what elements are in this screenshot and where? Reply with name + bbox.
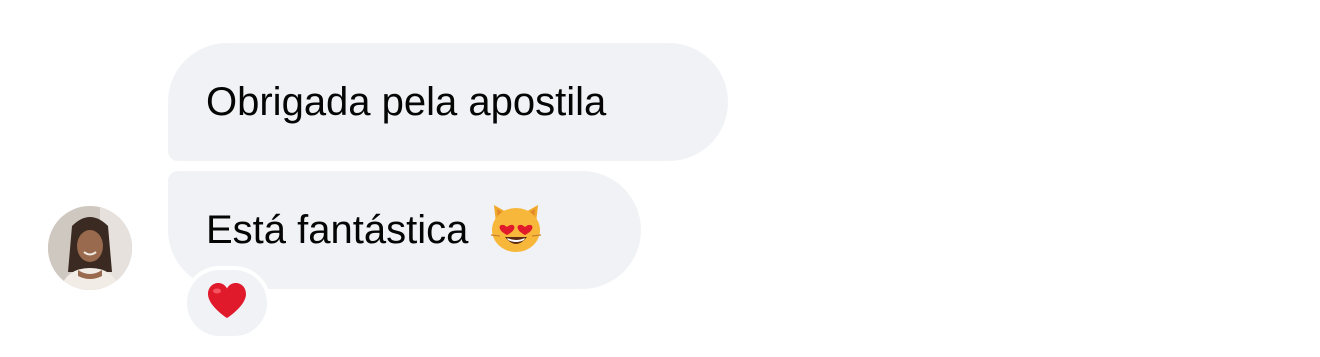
reaction-badge[interactable]: [183, 266, 271, 340]
message-thread: Obrigada pela apostila Está fantástica: [0, 0, 1320, 357]
smiling-cat-heart-eyes-icon: [488, 199, 544, 255]
message-text: Está fantástica: [206, 208, 469, 252]
avatar[interactable]: [48, 206, 132, 290]
message-text: Obrigada pela apostila: [206, 80, 607, 124]
message-bubble[interactable]: Obrigada pela apostila: [168, 43, 728, 161]
red-heart-icon: [206, 282, 248, 325]
